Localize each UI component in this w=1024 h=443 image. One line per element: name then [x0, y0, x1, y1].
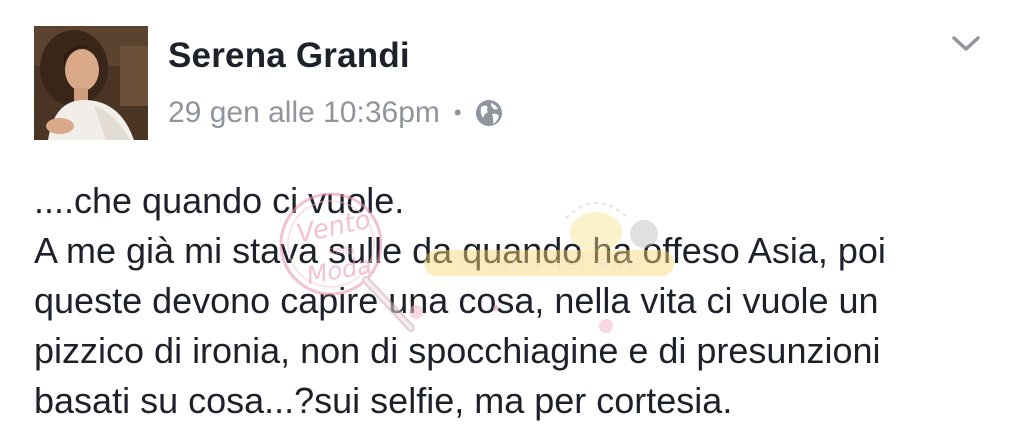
facebook-post: Serena Grandi 29 gen alle 10:36pm • ....… [0, 0, 1024, 443]
post-timestamp[interactable]: 29 gen alle 10:36pm [168, 96, 440, 130]
post-body-line: queste devono capire una cosa, nella vit… [34, 280, 879, 321]
post-body-line: ....che quando ci vuole. [34, 180, 405, 221]
globe-icon[interactable] [474, 98, 504, 128]
post-body-line: basati su cosa...?sui selfie, ma per cor… [34, 380, 733, 421]
post-body: ....che quando ci vuole. A me già mi sta… [34, 176, 994, 426]
author-name[interactable]: Serena Grandi [168, 36, 410, 76]
post-meta: 29 gen alle 10:36pm • [168, 93, 504, 133]
meta-separator: • [453, 100, 462, 125]
post-body-line: pizzico di ironia, non di spocchiagine e… [34, 330, 881, 371]
chevron-down-icon[interactable] [948, 28, 984, 58]
profile-photo [34, 26, 148, 140]
post-body-line: A me già mi stava sulle da quando ha off… [34, 230, 886, 271]
author-avatar[interactable] [34, 26, 148, 140]
